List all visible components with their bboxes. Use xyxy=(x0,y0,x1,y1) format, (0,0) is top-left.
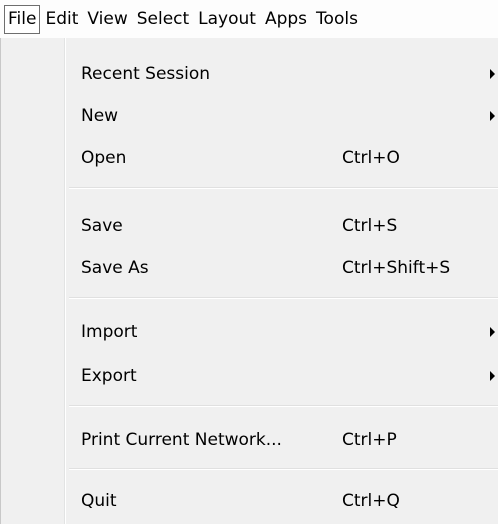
submenu-arrow-icon xyxy=(490,111,495,121)
menu-tools[interactable]: Tools xyxy=(312,5,362,34)
menu-item-label: Open xyxy=(81,148,127,168)
menu-apps[interactable]: Apps xyxy=(261,5,311,34)
submenu-arrow-icon xyxy=(490,327,495,337)
menu-item-label: New xyxy=(81,106,119,126)
menu-item-label: Import xyxy=(81,322,138,342)
menu-view[interactable]: View xyxy=(83,5,131,34)
menu-item-open[interactable]: Open Ctrl+O xyxy=(1,136,498,180)
menu-item-quit[interactable]: Quit Ctrl+Q xyxy=(1,479,498,523)
menu-item-save-as[interactable]: Save As Ctrl+Shift+S xyxy=(1,246,498,290)
menu-item-recent-session[interactable]: Recent Session xyxy=(1,52,498,96)
menu-item-label: Save As xyxy=(81,258,149,278)
menu-separator xyxy=(69,405,498,407)
menu-separator xyxy=(69,187,498,189)
file-dropdown-menu: Recent Session New Open Ctrl+O Save Ctrl… xyxy=(0,38,498,524)
menu-separator xyxy=(69,468,498,470)
menu-item-export[interactable]: Export xyxy=(1,354,498,398)
menu-file[interactable]: File xyxy=(4,4,41,34)
menu-layout[interactable]: Layout xyxy=(194,5,260,34)
menu-item-shortcut: Ctrl+Shift+S xyxy=(342,258,451,278)
menu-bar: File Edit View Select Layout Apps Tools xyxy=(0,0,498,38)
menu-separator xyxy=(69,297,498,299)
submenu-arrow-icon xyxy=(490,69,495,79)
menu-item-label: Save xyxy=(81,216,123,236)
menu-item-shortcut: Ctrl+O xyxy=(342,148,400,168)
menu-item-shortcut: Ctrl+S xyxy=(342,216,398,236)
menu-item-import[interactable]: Import xyxy=(1,310,498,354)
menu-item-label: Recent Session xyxy=(81,64,211,84)
menu-item-save[interactable]: Save Ctrl+S xyxy=(1,204,498,248)
submenu-arrow-icon xyxy=(490,371,495,381)
menu-item-label: Export xyxy=(81,366,137,386)
menu-item-shortcut: Ctrl+P xyxy=(342,430,397,450)
menu-item-print-current-network[interactable]: Print Current Network... Ctrl+P xyxy=(1,418,498,462)
menu-item-label: Quit xyxy=(81,491,117,511)
menu-select[interactable]: Select xyxy=(133,5,193,34)
menu-edit[interactable]: Edit xyxy=(41,5,82,34)
menu-item-shortcut: Ctrl+Q xyxy=(342,491,400,511)
menu-item-label: Print Current Network... xyxy=(81,430,282,450)
menu-item-new[interactable]: New xyxy=(1,94,498,138)
